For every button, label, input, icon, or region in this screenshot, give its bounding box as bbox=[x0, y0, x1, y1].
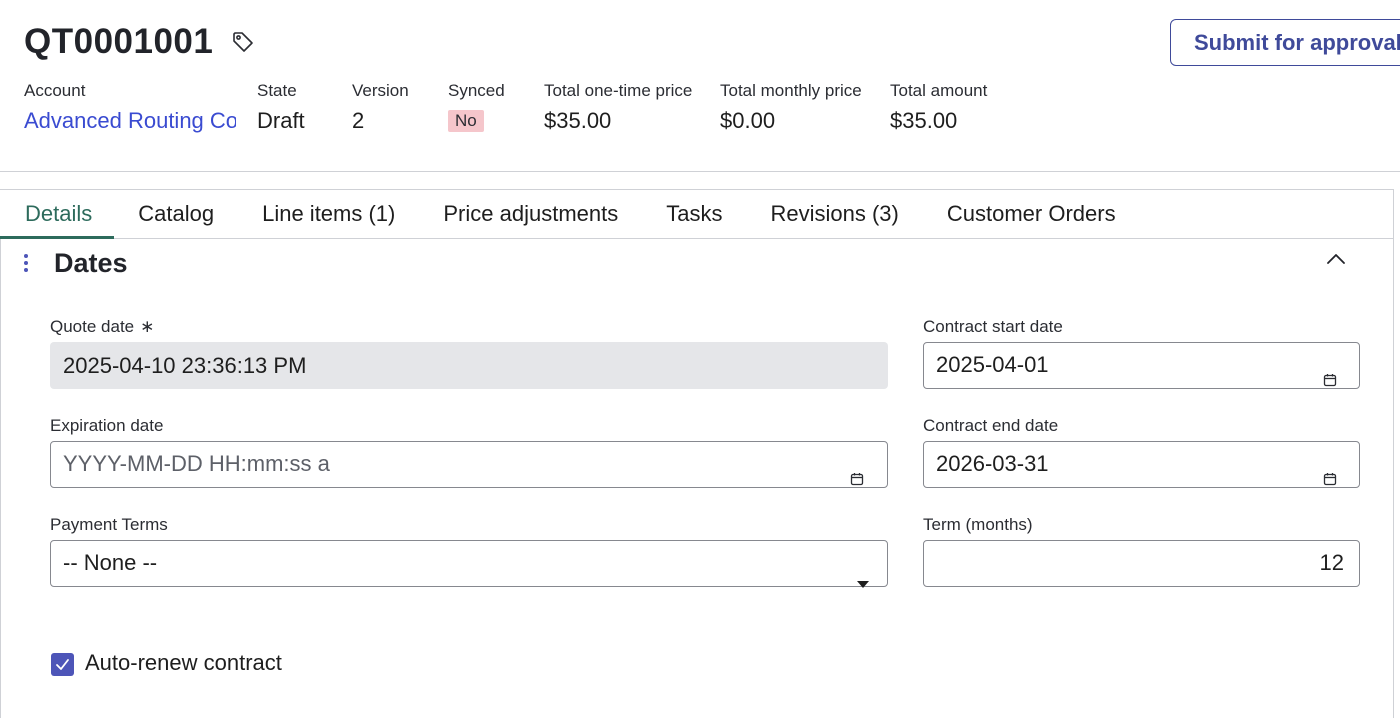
total-monthly-value: $0.00 bbox=[720, 108, 776, 133]
account-label: Account bbox=[24, 81, 86, 100]
meta-version: Version 2 bbox=[352, 80, 409, 135]
tab-tasks[interactable]: Tasks bbox=[642, 190, 746, 239]
total-amount-value: $35.00 bbox=[890, 108, 958, 133]
meta-total-amount: Total amount $35.00 bbox=[890, 80, 987, 135]
tab-details[interactable]: Details bbox=[0, 190, 115, 239]
total-amount-label: Total amount bbox=[890, 81, 988, 100]
tab-catalog[interactable]: Catalog bbox=[114, 190, 238, 239]
record-header: QT0001001 Submit for approval Account Ad… bbox=[0, 0, 1400, 172]
state-value: Draft bbox=[257, 108, 305, 133]
meta-state: State Draft bbox=[257, 80, 305, 135]
expiration-date-placeholder: YYYY-MM-DD HH:mm:ss a bbox=[63, 451, 330, 476]
total-onetime-value: $35.00 bbox=[544, 108, 612, 133]
tab-bar: Details Catalog Line items (1) Price adj… bbox=[0, 189, 1394, 239]
drag-handle-icon[interactable] bbox=[23, 253, 29, 273]
quote-record-page: QT0001001 Submit for approval Account Ad… bbox=[0, 0, 1400, 718]
record-title: QT0001001 bbox=[24, 22, 214, 61]
meta-total-monthly: Total monthly price $0.00 bbox=[720, 80, 862, 135]
caret-down-icon bbox=[857, 560, 869, 588]
quote-date-label: Quote date ∗ bbox=[50, 317, 155, 336]
synced-label: Synced bbox=[448, 81, 505, 100]
calendar-icon[interactable] bbox=[1323, 457, 1337, 486]
contract-start-date-label: Contract start date bbox=[923, 317, 1063, 336]
calendar-icon[interactable] bbox=[850, 457, 864, 486]
expiration-date-field[interactable]: YYYY-MM-DD HH:mm:ss a bbox=[50, 441, 888, 488]
calendar-icon[interactable] bbox=[1323, 358, 1337, 387]
tab-price-adjustments[interactable]: Price adjustments bbox=[419, 190, 642, 239]
version-label: Version bbox=[352, 81, 409, 100]
payment-terms-select[interactable]: -- None -- bbox=[50, 540, 888, 588]
quote-date-field: 2025-04-10 23:36:13 PM bbox=[50, 342, 888, 389]
title-row: QT0001001 bbox=[24, 22, 255, 62]
tab-revisions[interactable]: Revisions (3) bbox=[746, 190, 922, 239]
contract-end-date-field[interactable]: 2026-03-31 bbox=[923, 441, 1360, 488]
version-value: 2 bbox=[352, 108, 365, 133]
state-label: State bbox=[257, 81, 297, 100]
tab-line-items[interactable]: Line items (1) bbox=[238, 190, 419, 239]
tab-customer-orders[interactable]: Customer Orders bbox=[923, 190, 1140, 239]
required-marker: ∗ bbox=[140, 317, 155, 336]
contract-end-date-label: Contract end date bbox=[923, 416, 1059, 435]
checkmark-icon bbox=[56, 659, 69, 670]
contract-start-date-field[interactable]: 2025-04-01 bbox=[923, 342, 1360, 389]
contract-start-date-value: 2025-04-01 bbox=[936, 352, 1049, 377]
submit-for-approval-button[interactable]: Submit for approval bbox=[1170, 19, 1400, 66]
expiration-date-label: Expiration date bbox=[50, 416, 164, 435]
dates-section: Dates Quote date ∗ 2025-04-10 23:36:13 PM… bbox=[0, 239, 1394, 718]
account-link[interactable]: Advanced Routing Co bbox=[24, 107, 236, 135]
section-title: Dates bbox=[54, 248, 128, 278]
chevron-up-icon[interactable] bbox=[1325, 251, 1347, 267]
tag-icon[interactable] bbox=[231, 30, 255, 54]
auto-renew-checkbox[interactable] bbox=[51, 653, 74, 676]
payment-terms-value: -- None -- bbox=[63, 550, 158, 575]
contract-end-date-value: 2026-03-31 bbox=[936, 451, 1049, 476]
meta-account: Account Advanced Routing Co bbox=[24, 80, 236, 135]
term-months-input[interactable]: 12 bbox=[923, 540, 1360, 587]
total-onetime-label: Total one-time price bbox=[544, 81, 693, 100]
payment-terms-label: Payment Terms bbox=[50, 515, 168, 534]
meta-total-onetime: Total one-time price $35.00 bbox=[544, 80, 692, 135]
total-monthly-label: Total monthly price bbox=[720, 81, 862, 100]
auto-renew-label[interactable]: Auto-renew contract bbox=[85, 650, 282, 676]
term-months-label: Term (months) bbox=[923, 515, 1033, 534]
meta-synced: Synced No bbox=[448, 80, 505, 132]
synced-badge: No bbox=[448, 110, 484, 132]
